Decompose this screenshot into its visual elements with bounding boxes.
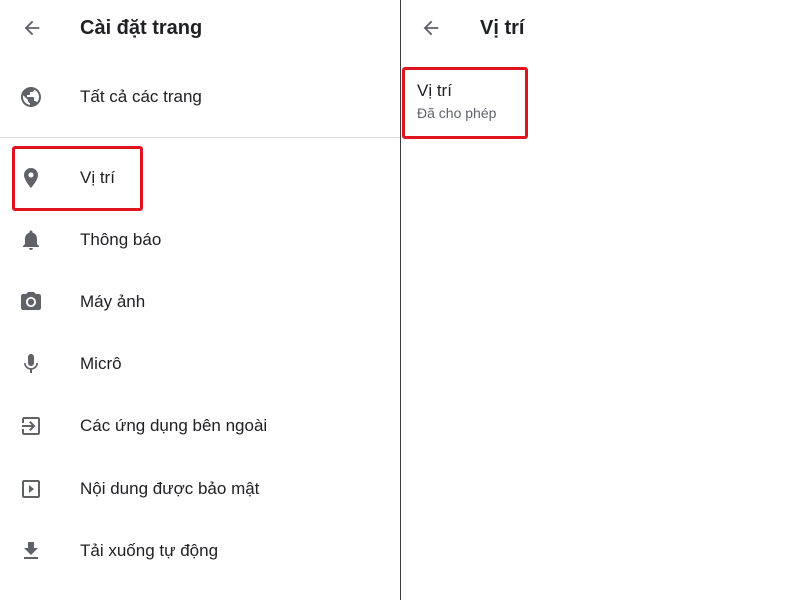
back-button[interactable] <box>415 12 447 44</box>
pane-divider <box>400 0 401 600</box>
location-setting-status: Đã cho phép <box>417 105 497 121</box>
back-arrow-icon <box>24 20 40 36</box>
settings-item-label: Nội dung được bảo mật <box>80 479 260 498</box>
location-setting-title: Vị trí <box>417 81 452 100</box>
settings-item-notifications[interactable]: Thông báo <box>0 210 400 270</box>
settings-item-label: Micrô <box>80 354 122 373</box>
page-title: Vị trí <box>480 17 525 39</box>
location-setting[interactable]: Vị trí Đã cho phép <box>417 80 496 124</box>
microphone-icon <box>18 351 44 377</box>
external-app-icon <box>18 413 44 439</box>
settings-item-camera[interactable]: Máy ảnh <box>0 272 400 332</box>
bell-icon <box>18 227 44 253</box>
settings-item-microphone[interactable]: Micrô <box>0 334 400 394</box>
back-button[interactable] <box>16 12 48 44</box>
protected-content-icon <box>18 476 44 502</box>
back-arrow-icon <box>423 20 439 36</box>
location-pin-icon <box>18 165 44 191</box>
camera-icon <box>18 289 44 315</box>
settings-item-label: Tất cả các trang <box>80 87 202 106</box>
settings-item-protected-content[interactable]: Nội dung được bảo mật <box>0 459 400 519</box>
settings-item-location[interactable]: Vị trí <box>0 148 400 208</box>
page-title: Cài đặt trang <box>80 17 203 39</box>
divider <box>0 137 400 138</box>
settings-item-external-apps[interactable]: Các ứng dụng bên ngoài <box>0 396 400 456</box>
globe-icon <box>18 84 44 110</box>
settings-item-label: Tải xuống tự động <box>80 541 219 560</box>
settings-item-label: Vị trí <box>80 168 115 187</box>
settings-item-label: Máy ảnh <box>80 292 146 311</box>
settings-item-all-sites[interactable]: Tất cả các trang <box>0 67 400 127</box>
site-settings-pane: Cài đặt trang Tất cả các trang Vị trí Th… <box>0 0 400 600</box>
download-icon <box>18 538 44 564</box>
settings-item-label: Thông báo <box>80 230 162 249</box>
settings-item-auto-download[interactable]: Tải xuống tự động <box>0 521 400 581</box>
settings-item-label: Các ứng dụng bên ngoài <box>80 416 268 435</box>
